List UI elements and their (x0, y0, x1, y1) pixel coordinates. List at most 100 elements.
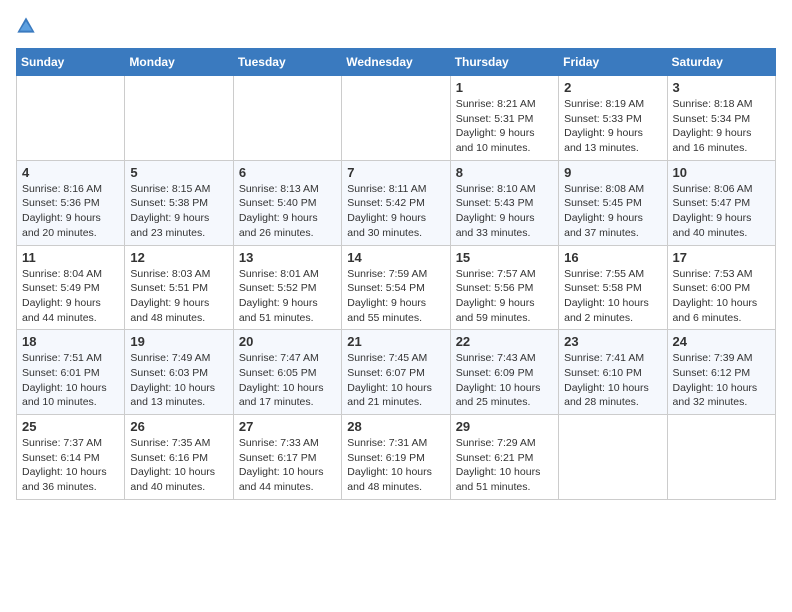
logo-icon (16, 16, 36, 36)
day-number: 9 (564, 165, 661, 180)
day-info: Sunrise: 7:41 AM Sunset: 6:10 PM Dayligh… (564, 351, 661, 410)
day-info: Sunrise: 7:33 AM Sunset: 6:17 PM Dayligh… (239, 436, 336, 495)
day-number: 17 (673, 250, 770, 265)
day-number: 16 (564, 250, 661, 265)
day-info: Sunrise: 8:16 AM Sunset: 5:36 PM Dayligh… (22, 182, 119, 241)
day-header-saturday: Saturday (667, 49, 775, 76)
day-number: 1 (456, 80, 553, 95)
day-info: Sunrise: 8:19 AM Sunset: 5:33 PM Dayligh… (564, 97, 661, 156)
calendar-cell (667, 415, 775, 500)
day-number: 15 (456, 250, 553, 265)
day-header-wednesday: Wednesday (342, 49, 450, 76)
day-info: Sunrise: 8:11 AM Sunset: 5:42 PM Dayligh… (347, 182, 444, 241)
day-info: Sunrise: 8:15 AM Sunset: 5:38 PM Dayligh… (130, 182, 227, 241)
day-number: 5 (130, 165, 227, 180)
day-info: Sunrise: 7:49 AM Sunset: 6:03 PM Dayligh… (130, 351, 227, 410)
calendar-cell: 13 Sunrise: 8:01 AM Sunset: 5:52 PM Dayli… (233, 245, 341, 330)
day-number: 4 (22, 165, 119, 180)
calendar-cell: 21 Sunrise: 7:45 AM Sunset: 6:07 PM Dayli… (342, 330, 450, 415)
calendar-cell: 1Sunrise: 8:21 AM Sunset: 5:31 PM Daylig… (450, 76, 558, 161)
day-number: 19 (130, 334, 227, 349)
day-info: Sunrise: 8:01 AM Sunset: 5:52 PM Dayligh… (239, 267, 336, 326)
calendar-cell: 14 Sunrise: 7:59 AM Sunset: 5:54 PM Dayli… (342, 245, 450, 330)
day-info: Sunrise: 8:04 AM Sunset: 5:49 PM Dayligh… (22, 267, 119, 326)
calendar: SundayMondayTuesdayWednesdayThursdayFrid… (16, 48, 776, 500)
calendar-cell: 3Sunrise: 8:18 AM Sunset: 5:34 PM Daylig… (667, 76, 775, 161)
day-info: Sunrise: 7:31 AM Sunset: 6:19 PM Dayligh… (347, 436, 444, 495)
calendar-cell: 27 Sunrise: 7:33 AM Sunset: 6:17 PM Dayli… (233, 415, 341, 500)
day-number: 6 (239, 165, 336, 180)
calendar-header-row: SundayMondayTuesdayWednesdayThursdayFrid… (17, 49, 776, 76)
calendar-cell: 18 Sunrise: 7:51 AM Sunset: 6:01 PM Dayli… (17, 330, 125, 415)
day-info: Sunrise: 7:53 AM Sunset: 6:00 PM Dayligh… (673, 267, 770, 326)
logo (16, 16, 40, 36)
day-number: 14 (347, 250, 444, 265)
calendar-cell: 28Sunrise: 7:31 AM Sunset: 6:19 PM Dayli… (342, 415, 450, 500)
day-header-sunday: Sunday (17, 49, 125, 76)
calendar-week-3: 11 Sunrise: 8:04 AM Sunset: 5:49 PM Dayli… (17, 245, 776, 330)
day-number: 25 (22, 419, 119, 434)
calendar-cell: 19 Sunrise: 7:49 AM Sunset: 6:03 PM Dayli… (125, 330, 233, 415)
day-number: 13 (239, 250, 336, 265)
header (16, 16, 776, 36)
day-info: Sunrise: 7:57 AM Sunset: 5:56 PM Dayligh… (456, 267, 553, 326)
day-info: Sunrise: 7:39 AM Sunset: 6:12 PM Dayligh… (673, 351, 770, 410)
calendar-cell: 16Sunrise: 7:55 AM Sunset: 5:58 PM Dayli… (559, 245, 667, 330)
day-number: 10 (673, 165, 770, 180)
calendar-cell: 25 Sunrise: 7:37 AM Sunset: 6:14 PM Dayli… (17, 415, 125, 500)
day-number: 21 (347, 334, 444, 349)
calendar-cell (233, 76, 341, 161)
day-info: Sunrise: 7:37 AM Sunset: 6:14 PM Dayligh… (22, 436, 119, 495)
calendar-cell: 29 Sunrise: 7:29 AM Sunset: 6:21 PM Dayli… (450, 415, 558, 500)
day-number: 23 (564, 334, 661, 349)
calendar-cell (125, 76, 233, 161)
day-header-thursday: Thursday (450, 49, 558, 76)
day-number: 24 (673, 334, 770, 349)
day-number: 26 (130, 419, 227, 434)
calendar-cell: 24 Sunrise: 7:39 AM Sunset: 6:12 PM Dayli… (667, 330, 775, 415)
day-info: Sunrise: 7:43 AM Sunset: 6:09 PM Dayligh… (456, 351, 553, 410)
day-number: 12 (130, 250, 227, 265)
day-number: 11 (22, 250, 119, 265)
day-info: Sunrise: 7:45 AM Sunset: 6:07 PM Dayligh… (347, 351, 444, 410)
calendar-cell: 12 Sunrise: 8:03 AM Sunset: 5:51 PM Dayli… (125, 245, 233, 330)
calendar-cell: 6 Sunrise: 8:13 AM Sunset: 5:40 PM Daylig… (233, 160, 341, 245)
calendar-week-2: 4 Sunrise: 8:16 AM Sunset: 5:36 PM Daylig… (17, 160, 776, 245)
day-number: 22 (456, 334, 553, 349)
calendar-week-5: 25 Sunrise: 7:37 AM Sunset: 6:14 PM Dayli… (17, 415, 776, 500)
calendar-cell (342, 76, 450, 161)
day-info: Sunrise: 7:29 AM Sunset: 6:21 PM Dayligh… (456, 436, 553, 495)
day-info: Sunrise: 7:47 AM Sunset: 6:05 PM Dayligh… (239, 351, 336, 410)
calendar-cell: 22 Sunrise: 7:43 AM Sunset: 6:09 PM Dayli… (450, 330, 558, 415)
day-number: 27 (239, 419, 336, 434)
day-number: 2 (564, 80, 661, 95)
day-number: 18 (22, 334, 119, 349)
calendar-cell: 2 Sunrise: 8:19 AM Sunset: 5:33 PM Daylig… (559, 76, 667, 161)
day-header-friday: Friday (559, 49, 667, 76)
calendar-week-4: 18 Sunrise: 7:51 AM Sunset: 6:01 PM Dayli… (17, 330, 776, 415)
calendar-cell: 10Sunrise: 8:06 AM Sunset: 5:47 PM Dayli… (667, 160, 775, 245)
day-info: Sunrise: 8:10 AM Sunset: 5:43 PM Dayligh… (456, 182, 553, 241)
day-info: Sunrise: 7:35 AM Sunset: 6:16 PM Dayligh… (130, 436, 227, 495)
calendar-cell (17, 76, 125, 161)
calendar-cell: 26 Sunrise: 7:35 AM Sunset: 6:16 PM Dayli… (125, 415, 233, 500)
calendar-cell: 17 Sunrise: 7:53 AM Sunset: 6:00 PM Dayli… (667, 245, 775, 330)
day-info: Sunrise: 8:08 AM Sunset: 5:45 PM Dayligh… (564, 182, 661, 241)
day-info: Sunrise: 8:13 AM Sunset: 5:40 PM Dayligh… (239, 182, 336, 241)
day-header-monday: Monday (125, 49, 233, 76)
calendar-cell: 7 Sunrise: 8:11 AM Sunset: 5:42 PM Daylig… (342, 160, 450, 245)
day-number: 7 (347, 165, 444, 180)
day-info: Sunrise: 7:51 AM Sunset: 6:01 PM Dayligh… (22, 351, 119, 410)
day-info: Sunrise: 7:59 AM Sunset: 5:54 PM Dayligh… (347, 267, 444, 326)
calendar-cell: 4 Sunrise: 8:16 AM Sunset: 5:36 PM Daylig… (17, 160, 125, 245)
calendar-week-1: 1Sunrise: 8:21 AM Sunset: 5:31 PM Daylig… (17, 76, 776, 161)
day-number: 20 (239, 334, 336, 349)
day-number: 8 (456, 165, 553, 180)
calendar-cell: 9 Sunrise: 8:08 AM Sunset: 5:45 PM Daylig… (559, 160, 667, 245)
day-number: 29 (456, 419, 553, 434)
calendar-cell: 15 Sunrise: 7:57 AM Sunset: 5:56 PM Dayli… (450, 245, 558, 330)
calendar-cell: 8 Sunrise: 8:10 AM Sunset: 5:43 PM Daylig… (450, 160, 558, 245)
calendar-cell: 23 Sunrise: 7:41 AM Sunset: 6:10 PM Dayli… (559, 330, 667, 415)
calendar-cell: 5 Sunrise: 8:15 AM Sunset: 5:38 PM Daylig… (125, 160, 233, 245)
day-info: Sunrise: 8:03 AM Sunset: 5:51 PM Dayligh… (130, 267, 227, 326)
